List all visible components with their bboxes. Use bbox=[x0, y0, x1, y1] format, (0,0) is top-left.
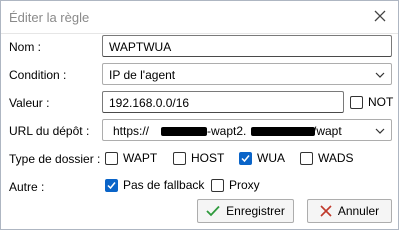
folder-type-host-label: HOST bbox=[191, 151, 225, 165]
checkbox-box-checked[interactable] bbox=[239, 151, 252, 165]
condition-value: IP de l'agent bbox=[109, 68, 176, 82]
edit-rule-dialog: Éditer la règle Nom : WAPTWUA Condition … bbox=[0, 0, 399, 230]
dialog-title: Éditer la règle bbox=[9, 10, 90, 25]
not-checkbox-box[interactable] bbox=[350, 95, 363, 109]
checkmark-icon bbox=[206, 205, 220, 217]
save-button[interactable]: Enregistrer bbox=[197, 199, 294, 223]
depot-url-prefix: https:// bbox=[113, 124, 150, 138]
no-fallback-checkbox[interactable]: Pas de fallback bbox=[105, 178, 204, 192]
checkbox-box-checked[interactable] bbox=[105, 178, 118, 192]
checkmark-icon bbox=[241, 154, 250, 162]
cancel-button-label: Annuler bbox=[337, 204, 380, 218]
depot-url-mid: -wapt2. bbox=[207, 124, 247, 138]
chevron-down-icon bbox=[375, 125, 385, 135]
cancel-button[interactable]: Annuler bbox=[307, 199, 392, 223]
not-checkbox[interactable]: NOT bbox=[350, 95, 393, 109]
other-label: Autre : bbox=[9, 180, 45, 194]
checkmark-icon bbox=[107, 181, 116, 189]
no-fallback-label: Pas de fallback bbox=[123, 178, 205, 192]
depot-url-suffix: /wapt bbox=[313, 124, 342, 138]
condition-label: Condition : bbox=[9, 68, 67, 82]
redaction-mark-1 bbox=[161, 127, 207, 136]
value-field[interactable]: 192.168.0.0/16 bbox=[102, 91, 344, 113]
checkbox-box[interactable] bbox=[211, 178, 224, 192]
depot-url-label: URL du dépôt : bbox=[9, 124, 90, 138]
folder-type-wapt-label: WAPT bbox=[123, 151, 158, 165]
folder-type-host-checkbox[interactable]: HOST bbox=[173, 151, 224, 165]
value-label: Valeur : bbox=[9, 96, 50, 110]
checkbox-box[interactable] bbox=[300, 151, 313, 165]
title-separator bbox=[1, 33, 398, 34]
redaction-mark-2 bbox=[251, 127, 315, 136]
save-button-label: Enregistrer bbox=[226, 204, 285, 218]
name-value: WAPTWUA bbox=[109, 40, 172, 54]
folder-type-wua-checkbox[interactable]: WUA bbox=[239, 151, 285, 165]
proxy-checkbox[interactable]: Proxy bbox=[211, 178, 260, 192]
condition-select[interactable]: IP de l'agent bbox=[102, 63, 392, 85]
folder-type-wads-label: WADS bbox=[318, 151, 354, 165]
folder-type-wapt-checkbox[interactable]: WAPT bbox=[105, 151, 157, 165]
folder-type-wua-label: WUA bbox=[257, 151, 285, 165]
chevron-down-icon bbox=[375, 69, 385, 79]
depot-url-select[interactable]: https:// -wapt2. /wapt bbox=[102, 119, 392, 141]
close-icon[interactable] bbox=[372, 8, 388, 24]
value-value: 192.168.0.0/16 bbox=[109, 96, 190, 110]
title-bar: Éditer la règle bbox=[1, 1, 398, 33]
checkbox-box[interactable] bbox=[173, 151, 186, 165]
name-field[interactable]: WAPTWUA bbox=[102, 35, 392, 57]
checkbox-box[interactable] bbox=[105, 151, 118, 165]
name-label: Nom : bbox=[9, 40, 42, 54]
folder-type-label: Type de dossier : bbox=[9, 152, 101, 166]
folder-type-wads-checkbox[interactable]: WADS bbox=[300, 151, 354, 165]
not-label: NOT bbox=[368, 95, 394, 109]
close-icon bbox=[320, 205, 332, 217]
proxy-label: Proxy bbox=[229, 178, 260, 192]
